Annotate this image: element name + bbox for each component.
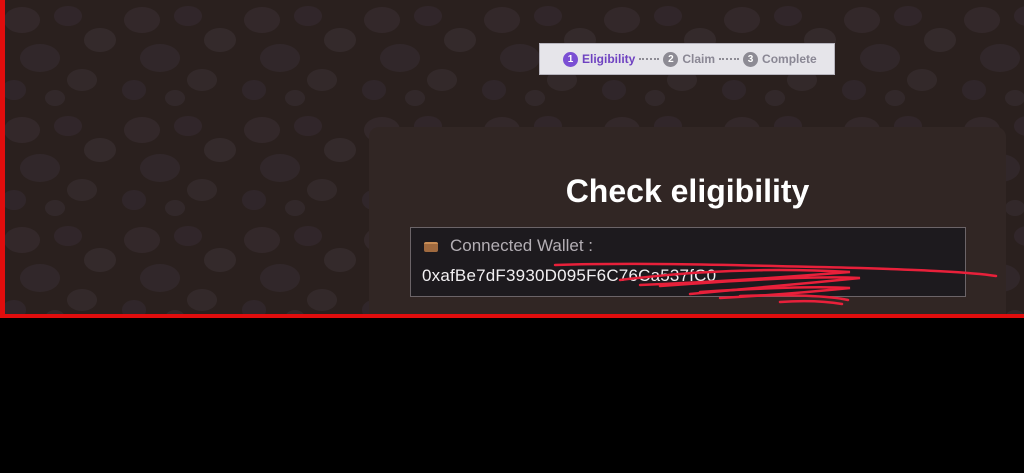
connected-wallet-box[interactable]: Connected Wallet : 0xafBe7dF3930D095F6C7…	[410, 227, 966, 297]
step-connector	[719, 58, 740, 60]
eligibility-card: Check eligibility Connected Wallet : 0xa…	[369, 127, 1006, 318]
page-title: Check eligibility	[565, 173, 810, 209]
step-number: 1	[563, 51, 578, 67]
step-connector	[639, 58, 660, 60]
step-eligibility[interactable]: 1 Eligibility	[563, 51, 636, 67]
step-number: 2	[663, 51, 679, 67]
progress-stepper: 1 Eligibility 2 Claim 3 Complete	[539, 43, 835, 75]
step-claim[interactable]: 2 Claim	[663, 51, 716, 67]
step-label: Eligibility	[582, 52, 636, 66]
step-label: Claim	[682, 52, 716, 66]
wallet-address: 0xafBe7dF3930D095F6C76Ca537fC0	[422, 266, 717, 285]
step-label: Complete	[762, 52, 817, 66]
page-viewport: 1 Eligibility 2 Claim 3 Complete Check e…	[0, 0, 1024, 318]
step-complete[interactable]: 3 Complete	[743, 51, 817, 67]
step-number: 3	[743, 51, 759, 67]
wallet-icon	[424, 242, 438, 252]
wallet-label: Connected Wallet :	[450, 236, 593, 255]
